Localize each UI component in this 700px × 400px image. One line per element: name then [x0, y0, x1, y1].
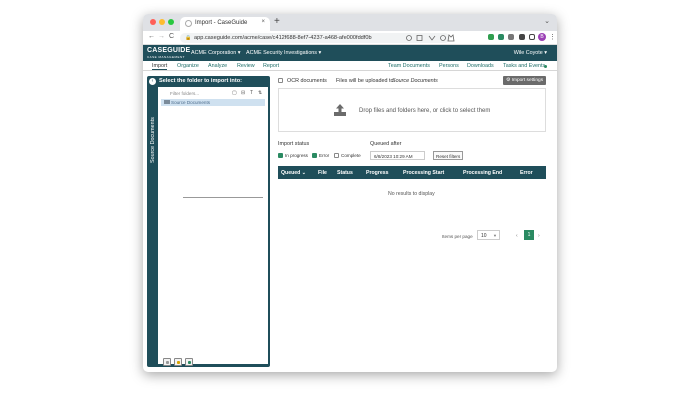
- back-icon[interactable]: ←: [148, 33, 155, 40]
- import-status-label: Import status: [278, 141, 310, 147]
- tag-folder-button[interactable]: [174, 358, 182, 366]
- refresh-folder-button[interactable]: [185, 358, 193, 366]
- add-folder-button[interactable]: [163, 358, 171, 366]
- status-in-progress-checkbox[interactable]: [278, 153, 283, 158]
- import-main-panel: OCR documents Files will be uploaded to:…: [278, 75, 550, 365]
- user-menu[interactable]: Wile Coyote ▾: [514, 50, 547, 56]
- drop-zone-text: Drop files and folders here, or click to…: [359, 108, 491, 114]
- close-window-dot[interactable]: [150, 19, 156, 25]
- status-complete-label: Complete: [341, 153, 361, 158]
- sidebar-title: Select the folder to import into:: [159, 78, 242, 84]
- import-table-header: Queued ⌄ File Status Progress Processing…: [278, 166, 546, 179]
- tab-report[interactable]: Report: [263, 63, 279, 69]
- column-file[interactable]: File: [318, 170, 327, 176]
- tab-review[interactable]: Review: [237, 63, 255, 69]
- filter-folders-input[interactable]: Filter folders...: [170, 91, 230, 96]
- chevron-down-icon: ▼: [493, 233, 497, 238]
- reset-filters-button[interactable]: Reset filters: [433, 151, 463, 160]
- forward-icon[interactable]: →: [158, 33, 165, 40]
- column-queued[interactable]: Queued ⌄: [281, 170, 306, 176]
- lock-icon: 🔒: [185, 35, 192, 41]
- file-drop-zone[interactable]: Drop files and folders here, or click to…: [278, 88, 546, 132]
- page-prev-button[interactable]: ‹: [516, 233, 518, 239]
- empty-table-message: No results to display: [388, 191, 435, 197]
- minimize-window-dot[interactable]: [159, 19, 165, 25]
- queued-after-input[interactable]: 6/8/2023 10:29 AM: [370, 151, 425, 160]
- items-per-page-value: 10: [481, 233, 487, 239]
- address-bar-row: ← → C 🔒 app.caseguide.com/acme/case/c412…: [143, 31, 557, 45]
- items-per-page-select[interactable]: 10 ▼: [477, 230, 500, 240]
- extension-teal-icon[interactable]: [498, 34, 504, 40]
- status-in-progress-label: In progress: [285, 153, 308, 158]
- tab-search-icon[interactable]: ⌄: [544, 17, 550, 25]
- app-header: CASEGUIDE CASE MANAGEMENT ACME Corporatio…: [143, 45, 557, 61]
- secondary-nav: Import Organize Analyze Review Report Te…: [143, 61, 557, 71]
- extension-green-icon[interactable]: [488, 34, 494, 40]
- browser-tabbar: Import - CaseGuide × + ⌄: [143, 14, 557, 31]
- browser-tab[interactable]: Import - CaseGuide ×: [180, 17, 270, 31]
- tab-import[interactable]: Import: [152, 63, 168, 70]
- status-error-checkbox[interactable]: [312, 153, 317, 158]
- tasks-status-dot-icon: [544, 65, 547, 68]
- source-documents-vertical-tab[interactable]: Source Documents: [147, 91, 156, 171]
- tab-favicon-icon: [185, 20, 192, 27]
- omnibox-actions-icon[interactable]: [405, 34, 465, 42]
- puzzle-icon[interactable]: [519, 34, 525, 40]
- sidepanel-icon[interactable]: [529, 34, 535, 40]
- column-progress[interactable]: Progress: [366, 170, 389, 176]
- status-error-label: Error: [319, 153, 330, 158]
- new-tab-icon[interactable]: +: [274, 16, 280, 27]
- upload-icon: [334, 104, 346, 116]
- tab-analyze[interactable]: Analyze: [208, 63, 227, 69]
- org-dropdown[interactable]: ACME Corporation ▾: [191, 50, 240, 56]
- queued-after-label: Queued after: [370, 141, 402, 147]
- ocr-label: OCR documents: [287, 78, 327, 84]
- page-next-button[interactable]: ›: [538, 233, 540, 239]
- folder-sidebar: ‹ Select the folder to import into: Sour…: [147, 76, 270, 367]
- items-per-page-label: Items per page: [442, 234, 473, 239]
- text-icon[interactable]: T: [250, 90, 253, 96]
- sort-icon[interactable]: ⇅: [258, 90, 262, 96]
- page-current-button[interactable]: 1: [524, 230, 534, 240]
- column-processing-end[interactable]: Processing End: [463, 170, 502, 176]
- tab-close-icon[interactable]: ×: [261, 19, 265, 25]
- status-complete-checkbox[interactable]: [334, 153, 339, 158]
- nav-team-documents[interactable]: Team Documents: [388, 63, 430, 69]
- reload-icon[interactable]: C: [169, 33, 174, 40]
- profile-avatar[interactable]: B: [538, 33, 546, 41]
- tab-title: Import - CaseGuide: [195, 20, 248, 26]
- column-processing-start[interactable]: Processing Start: [403, 170, 444, 176]
- upload-destination-prefix: Files will be uploaded to:: [336, 78, 396, 84]
- case-dropdown[interactable]: ACME Security Investigations ▾: [246, 50, 321, 56]
- column-status[interactable]: Status: [337, 170, 353, 176]
- collapse-icon[interactable]: ⊟: [241, 90, 245, 96]
- upload-destination: Source Documents: [392, 78, 438, 84]
- ocr-checkbox[interactable]: [278, 78, 283, 83]
- nav-persons[interactable]: Persons: [439, 63, 459, 69]
- tree-item-source-documents[interactable]: Source Documents: [161, 99, 265, 106]
- new-folder-icon[interactable]: ▢: [232, 90, 237, 96]
- url-text: app.caseguide.com/acme/case/c412f688-8ef…: [194, 35, 372, 41]
- tree-scrollbar[interactable]: [183, 197, 263, 198]
- folder-tree-panel: Filter folders... ▢ ⊟ T ⇅ Source Documen…: [158, 87, 268, 366]
- tree-item-label: Source Documents: [171, 100, 211, 105]
- tab-organize[interactable]: Organize: [177, 63, 199, 69]
- import-settings-button[interactable]: ⚙ Import settings: [503, 76, 546, 85]
- browser-menu-icon[interactable]: ⋮: [549, 33, 556, 41]
- nav-downloads[interactable]: Downloads: [467, 63, 494, 69]
- caseguide-logo[interactable]: CASEGUIDE CASE MANAGEMENT: [147, 47, 190, 60]
- column-error[interactable]: Error: [520, 170, 533, 176]
- folder-icon: [164, 100, 170, 104]
- nav-tasks-and-events[interactable]: Tasks and Events: [503, 63, 545, 69]
- browser-window: Import - CaseGuide × + ⌄ ← → C 🔒 app.cas…: [143, 14, 557, 372]
- sidebar-back-icon[interactable]: ‹: [149, 78, 156, 85]
- extension-grey-icon[interactable]: [508, 34, 514, 40]
- maximize-window-dot[interactable]: [168, 19, 174, 25]
